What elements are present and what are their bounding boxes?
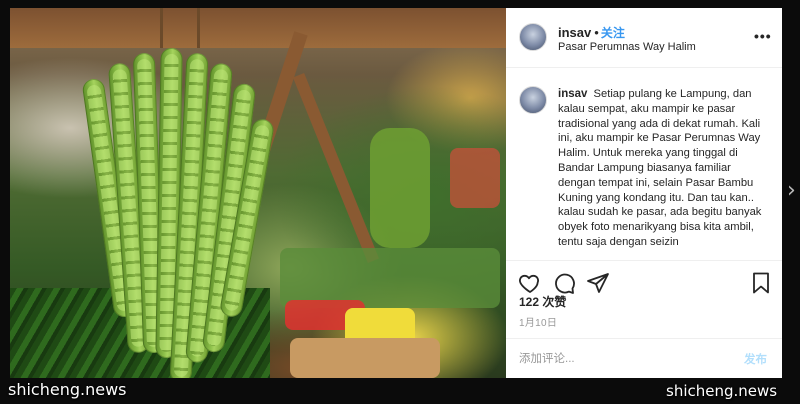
comment-bar: 发布 <box>506 338 782 378</box>
caption-username[interactable]: insav <box>558 88 587 100</box>
more-options-icon[interactable]: ••• <box>754 28 772 44</box>
header-name-row: insav • 关注 <box>558 24 625 41</box>
post-panel: insav • 关注 Pasar Perumnas Way Halim ••• in… <box>506 8 782 378</box>
wooden-beam <box>292 73 380 263</box>
post-header: insav • 关注 Pasar Perumnas Way Halim ••• <box>506 8 782 68</box>
separator-dot: • <box>594 25 599 40</box>
caption: insav Setiap pulang ke Lampung, dan kala… <box>558 87 768 257</box>
bookmark-icon[interactable] <box>749 271 773 295</box>
comment-bubble-icon[interactable] <box>552 271 576 295</box>
watermark-right: shicheng.news <box>666 382 778 400</box>
hanging-hook <box>160 8 200 48</box>
caption-text: Setiap pulang ke Lampung, dan kalau semp… <box>558 88 762 248</box>
like-count[interactable]: 122 次赞 <box>519 293 566 310</box>
produce-stall <box>280 248 500 308</box>
market-roof <box>10 8 506 48</box>
watermark-left: shicheng.news <box>8 380 127 399</box>
post-comment-button[interactable]: 发布 <box>744 351 767 367</box>
avatar[interactable] <box>519 23 547 51</box>
comment-input[interactable] <box>519 350 719 368</box>
post-date: 1月10日 <box>519 318 558 329</box>
heart-icon[interactable] <box>518 271 542 295</box>
produce-stall <box>450 148 500 208</box>
location-link[interactable]: Pasar Perumnas Way Halim <box>558 41 696 53</box>
paper-plane-icon[interactable] <box>586 271 610 295</box>
chevron-right-icon[interactable]: › <box>787 178 796 203</box>
username-link[interactable]: insav <box>558 25 591 40</box>
produce-stall <box>290 338 440 378</box>
follow-button[interactable]: 关注 <box>601 26 625 40</box>
caption-avatar[interactable] <box>519 86 547 114</box>
post-photo[interactable] <box>10 8 506 378</box>
produce-stall <box>370 128 430 248</box>
